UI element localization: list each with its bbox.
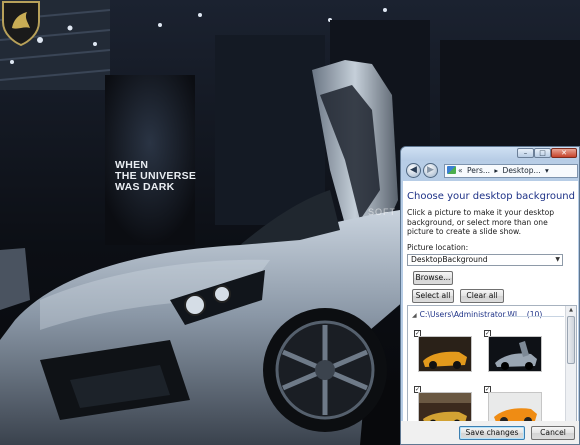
wallpaper-thumbnail[interactable]: ✓ (414, 330, 474, 374)
chevron-down-icon[interactable]: ▼ (555, 255, 560, 265)
maximize-button[interactable]: □ (534, 148, 551, 158)
select-all-button[interactable]: Select all (412, 289, 454, 303)
scroll-up-arrow-icon[interactable]: ▲ (566, 306, 576, 315)
clear-all-button[interactable]: Clear all (460, 289, 504, 303)
address-overflow-chevron[interactable]: « (458, 166, 463, 175)
picture-location-select[interactable]: DesktopBackground ▼ (407, 254, 563, 266)
window-footer: Save changes Cancel (401, 421, 579, 444)
thumbnail-image (418, 336, 472, 372)
picture-group-label: C:\Users\Administrator.WI... (10) (419, 310, 543, 319)
window-content: Choose your desktop background Click a p… (403, 181, 578, 444)
breadcrumb-desktop-background[interactable]: Desktop... (503, 166, 541, 175)
wallpaper-thumbnail[interactable]: ✓ (484, 330, 544, 374)
lamborghini-shield-icon (2, 1, 40, 46)
page-title: Choose your desktop background (407, 191, 575, 202)
billboard-text: WHEN THE UNIVERSE WAS DARK (115, 160, 196, 193)
address-dropdown-arrow[interactable]: ▾ (545, 166, 549, 175)
control-panel-icon (447, 166, 456, 174)
navigation-bar: ◀ ▶ « Pers... ▸ Desktop... ▾ (401, 161, 579, 181)
close-button[interactable]: ✕ (551, 148, 577, 158)
billboard-line: WAS DARK (115, 181, 175, 193)
watermark-text: SOFT (368, 207, 396, 217)
save-changes-button[interactable]: Save changes (459, 426, 525, 440)
page-description: Click a picture to make it your desktop … (407, 208, 555, 237)
window-titlebar[interactable]: – □ ✕ (401, 147, 579, 161)
minimize-button[interactable]: – (517, 148, 534, 158)
group-divider (504, 316, 564, 317)
picture-group-header[interactable]: ◢ C:\Users\Administrator.WI... (10) (412, 310, 542, 319)
back-button[interactable]: ◀ (406, 163, 421, 178)
forward-button[interactable]: ▶ (423, 163, 438, 178)
picture-location-value: DesktopBackground (411, 255, 488, 264)
browse-button[interactable]: Browse... (413, 271, 453, 285)
breadcrumb-separator[interactable]: ▸ (494, 166, 498, 175)
cancel-button[interactable]: Cancel (531, 426, 575, 440)
thumbnail-image (488, 336, 542, 372)
scrollbar-thumb[interactable] (567, 316, 575, 364)
breadcrumb-personalization[interactable]: Pers... (467, 166, 490, 175)
picture-location-label: Picture location: (407, 243, 469, 252)
collapse-triangle-icon[interactable]: ◢ (412, 312, 417, 319)
address-bar[interactable]: « Pers... ▸ Desktop... ▾ (444, 164, 578, 178)
personalization-window: – □ ✕ ◀ ▶ « Pers... ▸ Desktop... ▾ Choos… (400, 146, 580, 445)
